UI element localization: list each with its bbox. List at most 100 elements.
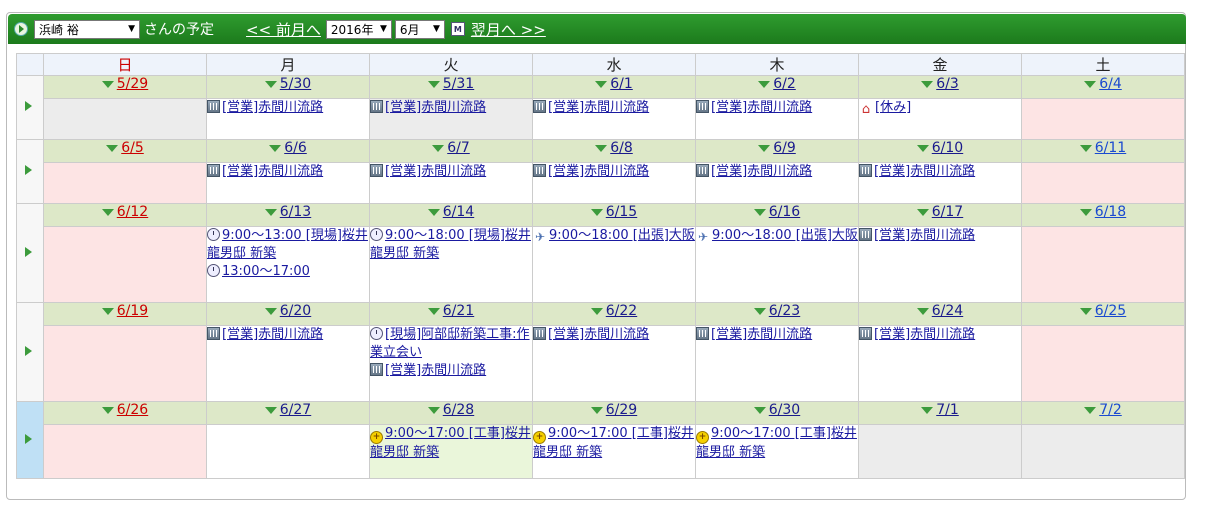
date-link[interactable]: 6/7 bbox=[447, 140, 470, 156]
add-event-icon[interactable] bbox=[101, 80, 114, 88]
event-link[interactable]: [営業]赤間川流路 bbox=[548, 100, 649, 115]
event-link[interactable]: [現場]阿部邸新築工事:作業立会い bbox=[370, 327, 530, 360]
event-item[interactable]: 9:00～18:00 [現場]桜井龍男邸 新築 bbox=[370, 227, 532, 263]
date-link[interactable]: 7/1 bbox=[936, 402, 959, 418]
event-link[interactable]: [営業]赤間川流路 bbox=[222, 100, 323, 115]
date-link[interactable]: 6/2 bbox=[773, 76, 796, 92]
add-event-icon[interactable] bbox=[595, 144, 608, 152]
add-event-icon[interactable] bbox=[921, 406, 934, 414]
day-cell[interactable]: [営業]赤間川流路 bbox=[532, 98, 696, 140]
day-cell[interactable]: [営業]赤間川流路 bbox=[858, 325, 1022, 402]
add-event-icon[interactable] bbox=[1084, 80, 1097, 88]
event-item[interactable]: [営業]赤間川流路 bbox=[859, 326, 1021, 344]
day-cell[interactable] bbox=[43, 325, 207, 402]
day-cell[interactable] bbox=[43, 226, 207, 303]
add-event-icon[interactable] bbox=[590, 307, 603, 315]
day-cell[interactable] bbox=[1021, 424, 1185, 479]
add-event-icon[interactable] bbox=[427, 80, 440, 88]
day-cell[interactable]: [営業]赤間川流路 bbox=[532, 325, 696, 402]
event-item[interactable]: ✈ 9:00～18:00 [出張]大阪 bbox=[696, 227, 858, 245]
week-expand-cell[interactable] bbox=[16, 203, 44, 303]
event-link[interactable]: 9:00～13:00 [現場]桜井龍男邸 新築 bbox=[207, 228, 368, 261]
add-event-icon[interactable] bbox=[916, 208, 929, 216]
date-link[interactable]: 5/29 bbox=[117, 76, 148, 92]
event-item[interactable]: [営業]赤間川流路 bbox=[533, 326, 695, 344]
event-item[interactable]: +9:00～17:00 [工事]桜井龍男邸 新築 bbox=[533, 425, 695, 462]
add-event-icon[interactable] bbox=[432, 144, 445, 152]
add-event-icon[interactable] bbox=[758, 144, 771, 152]
day-cell[interactable]: [営業]赤間川流路 bbox=[858, 162, 1022, 204]
day-cell[interactable]: [営業]赤間川流路 bbox=[695, 325, 859, 402]
add-event-icon[interactable] bbox=[590, 208, 603, 216]
event-item[interactable]: [営業]赤間川流路 bbox=[859, 227, 1021, 245]
date-link[interactable]: 5/30 bbox=[280, 76, 311, 92]
day-cell[interactable] bbox=[1021, 325, 1185, 402]
date-link[interactable]: 6/24 bbox=[932, 303, 963, 319]
event-item[interactable]: [営業]赤間川流路 bbox=[696, 326, 858, 344]
add-event-icon[interactable] bbox=[101, 307, 114, 315]
day-cell[interactable]: ✈ 9:00～18:00 [出張]大阪 bbox=[695, 226, 859, 303]
next-month-link[interactable]: 翌月へ >> bbox=[471, 19, 546, 40]
add-event-icon[interactable] bbox=[753, 406, 766, 414]
event-link[interactable]: 9:00～18:00 [出張]大阪 bbox=[712, 228, 858, 243]
event-item[interactable]: ⌂ [休み] bbox=[859, 99, 1021, 117]
event-item[interactable]: [営業]赤間川流路 bbox=[696, 99, 858, 117]
event-link[interactable]: [営業]赤間川流路 bbox=[711, 327, 812, 342]
date-link[interactable]: 6/3 bbox=[936, 76, 959, 92]
add-event-icon[interactable] bbox=[753, 208, 766, 216]
event-link[interactable]: [営業]赤間川流路 bbox=[385, 100, 486, 115]
event-item[interactable]: [現場]阿部邸新築工事:作業立会い bbox=[370, 326, 532, 362]
event-item[interactable]: 9:00～13:00 [現場]桜井龍男邸 新築 bbox=[207, 227, 369, 263]
day-cell[interactable]: ✈ 9:00～18:00 [出張]大阪 bbox=[532, 226, 696, 303]
add-event-icon[interactable] bbox=[264, 406, 277, 414]
date-link[interactable]: 6/8 bbox=[610, 140, 633, 156]
day-cell[interactable]: +9:00～17:00 [工事]桜井龍男邸 新築 bbox=[532, 424, 696, 479]
event-item[interactable]: 13:00～17:00 bbox=[207, 263, 369, 281]
day-cell[interactable]: [営業]赤間川流路 bbox=[206, 162, 370, 204]
date-link[interactable]: 6/16 bbox=[769, 204, 800, 220]
day-cell[interactable]: [営業]赤間川流路 bbox=[206, 98, 370, 140]
date-link[interactable]: 6/30 bbox=[769, 402, 800, 418]
week-expand-cell[interactable] bbox=[16, 139, 44, 204]
date-link[interactable]: 6/22 bbox=[606, 303, 637, 319]
event-link[interactable]: [営業]赤間川流路 bbox=[222, 164, 323, 179]
event-link[interactable]: [営業]赤間川流路 bbox=[222, 327, 323, 342]
event-item[interactable]: [営業]赤間川流路 bbox=[370, 362, 532, 380]
event-item[interactable]: [営業]赤間川流路 bbox=[533, 99, 695, 117]
event-link[interactable]: [営業]赤間川流路 bbox=[711, 164, 812, 179]
add-event-icon[interactable] bbox=[101, 406, 114, 414]
add-event-icon[interactable] bbox=[427, 208, 440, 216]
day-cell[interactable]: [営業]赤間川流路 bbox=[532, 162, 696, 204]
day-cell[interactable]: [現場]阿部邸新築工事:作業立会い [営業]赤間川流路 bbox=[369, 325, 533, 402]
prev-month-link[interactable]: << 前月へ bbox=[246, 19, 321, 40]
add-event-icon[interactable] bbox=[1079, 144, 1092, 152]
play-icon[interactable] bbox=[25, 246, 32, 257]
day-cell[interactable]: [営業]赤間川流路 bbox=[695, 98, 859, 140]
date-link[interactable]: 6/17 bbox=[932, 204, 963, 220]
date-link[interactable]: 6/15 bbox=[606, 204, 637, 220]
date-link[interactable]: 6/26 bbox=[117, 402, 148, 418]
event-link[interactable]: 9:00～18:00 [現場]桜井龍男邸 新築 bbox=[370, 228, 531, 261]
add-event-icon[interactable] bbox=[1079, 208, 1092, 216]
add-event-icon[interactable] bbox=[753, 307, 766, 315]
day-cell[interactable]: [営業]赤間川流路 bbox=[858, 226, 1022, 303]
day-cell[interactable]: 9:00～13:00 [現場]桜井龍男邸 新築 13:00～17:00 bbox=[206, 226, 370, 303]
play-icon[interactable] bbox=[25, 101, 32, 111]
day-cell[interactable] bbox=[1021, 98, 1185, 140]
add-event-icon[interactable] bbox=[101, 208, 114, 216]
event-link[interactable]: 9:00～17:00 [工事]桜井龍男邸 新築 bbox=[696, 426, 857, 460]
date-link[interactable]: 6/4 bbox=[1099, 76, 1122, 92]
date-link[interactable]: 6/19 bbox=[117, 303, 148, 319]
week-expand-cell[interactable] bbox=[16, 401, 44, 479]
event-link[interactable]: [営業]赤間川流路 bbox=[874, 228, 975, 243]
event-link[interactable]: [営業]赤間川流路 bbox=[711, 100, 812, 115]
add-event-icon[interactable] bbox=[427, 406, 440, 414]
date-link[interactable]: 6/21 bbox=[443, 303, 474, 319]
date-link[interactable]: 6/23 bbox=[769, 303, 800, 319]
event-item[interactable]: [営業]赤間川流路 bbox=[696, 163, 858, 181]
event-item[interactable]: [営業]赤間川流路 bbox=[533, 163, 695, 181]
day-cell[interactable]: [営業]赤間川流路 bbox=[369, 162, 533, 204]
date-link[interactable]: 6/29 bbox=[606, 402, 637, 418]
add-event-icon[interactable] bbox=[269, 144, 282, 152]
date-link[interactable]: 6/25 bbox=[1095, 303, 1126, 319]
